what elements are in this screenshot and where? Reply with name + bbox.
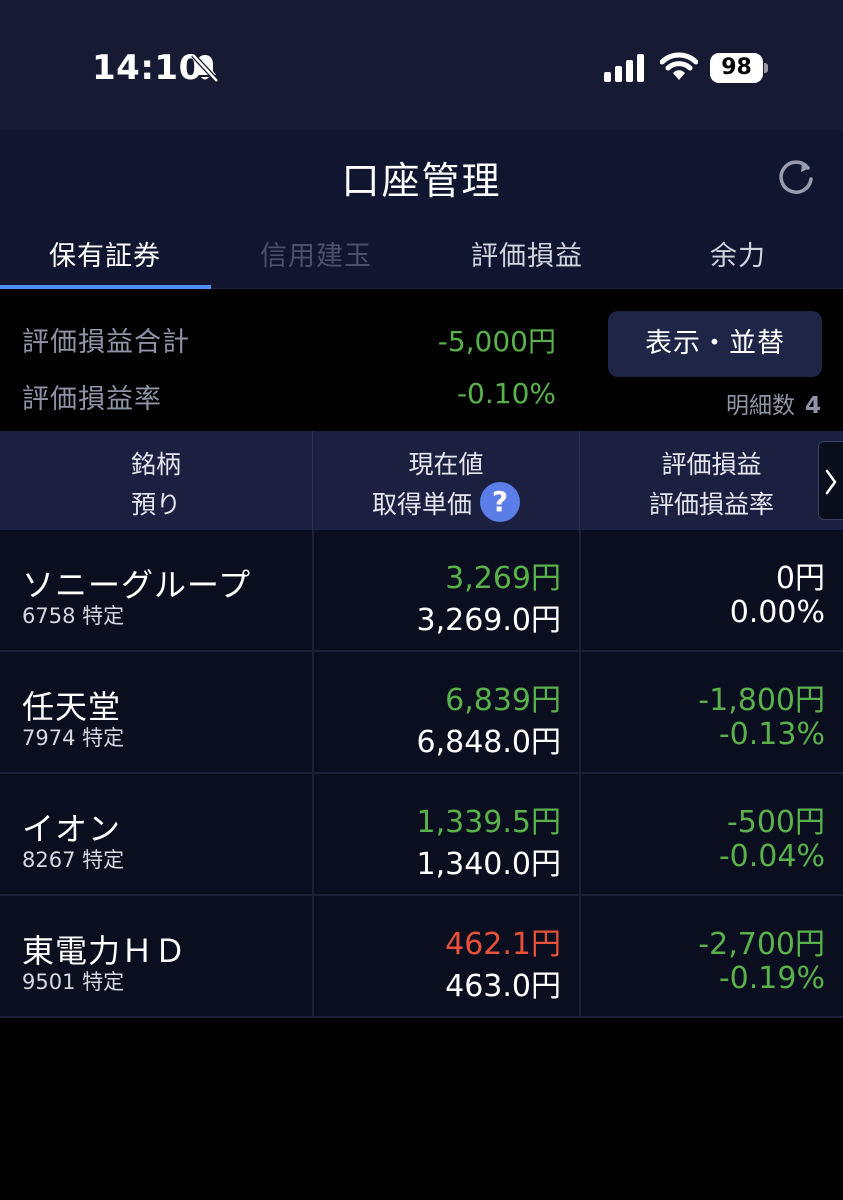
empty-area [0,1018,843,1200]
holding-row[interactable]: 任天堂 7974 特定 6,839円 6,848.0円 -1,800円 -0.1… [0,652,843,774]
column-header-acquisition-price: 取得単価 [371,490,472,519]
acquisition-price: 1,340.0円 [416,847,561,882]
holding-row[interactable]: 東電力ＨＤ 9501 特定 462.1円 463.0円 -2,700円 -0.1… [0,896,843,1018]
status-bar: 14:10 98 [0,0,843,130]
pl-amount: -1,800円 [698,683,825,718]
holding-row[interactable]: イオン 8267 特定 1,339.5円 1,340.0円 -500円 -0.0… [0,774,843,896]
pl-rate-value: -0.10% [456,377,556,410]
tab-holdings[interactable]: 保有証券 [0,225,210,289]
stock-code: 9501 特定 [22,970,125,994]
stock-code: 8267 特定 [22,848,125,872]
tab-profit-loss[interactable]: 評価損益 [422,225,632,289]
status-time: 14:10 [92,48,203,88]
total-pl-value: -5,000円 [437,325,556,358]
chevron-right-icon [825,469,837,495]
pl-rate-label: 評価損益率 [22,384,162,415]
column-header-stock[interactable]: 銘柄 預り [0,431,312,530]
help-icon[interactable]: ? [480,482,520,522]
detail-count-value: 4 [804,393,821,419]
tab-margin-positions[interactable]: 信用建玉 [211,225,421,289]
column-header-stock-name: 銘柄 [130,450,181,479]
summary-panel: 評価損益合計 -5,000円 評価損益率 -0.10% 表示・並替 明細数 4 [0,290,843,430]
acquisition-price: 6,848.0円 [416,725,561,760]
total-pl-label: 評価損益合計 [22,327,190,358]
pl-amount: 0円 [775,561,825,596]
tab-buying-power[interactable]: 余力 [633,225,843,289]
pl-rate: -0.13% [718,717,825,752]
acquisition-price: 463.0円 [445,969,561,1004]
pl-amount: -2,700円 [698,927,825,962]
acquisition-price: 3,269.0円 [416,603,561,638]
battery-level: 98 [721,55,752,80]
display-sort-button[interactable]: 表示・並替 [608,311,822,377]
column-header-current-price: 現在値 [408,450,484,479]
pl-rate: 0.00% [729,595,825,630]
pl-rate: -0.19% [718,961,825,996]
current-price: 6,839円 [445,683,561,718]
current-price: 3,269円 [445,561,561,596]
bell-slash-icon [191,53,219,83]
holding-row[interactable]: ソニーグループ 6758 特定 3,269円 3,269.0円 0円 0.00% [0,530,843,652]
active-tab-indicator [0,285,211,289]
page-title: 口座管理 [341,159,502,203]
tab-bar: 保有証券 信用建玉 評価損益 余力 [0,225,843,289]
stock-code: 6758 特定 [22,604,125,628]
column-header-pl-amount: 評価損益 [661,450,762,479]
scroll-right-button[interactable] [818,441,843,520]
pl-amount: -500円 [726,805,825,840]
table-header: 銘柄 預り 現在値 取得単価? 評価損益 評価損益率 [0,431,843,530]
app-header: 口座管理 [0,130,843,225]
battery-icon: 98 [710,53,768,83]
holdings-list: ソニーグループ 6758 特定 3,269円 3,269.0円 0円 0.00%… [0,530,843,1018]
column-header-pl[interactable]: 評価損益 評価損益率 [580,431,843,530]
column-header-pl-rate: 評価損益率 [648,490,774,519]
wifi-icon [660,52,698,80]
detail-count-label: 明細数 [725,393,795,419]
column-header-price[interactable]: 現在値 取得単価? [313,431,579,530]
refresh-icon[interactable] [776,157,816,197]
current-price: 462.1円 [445,927,561,962]
pl-rate: -0.04% [718,839,825,874]
cellular-signal-icon [604,54,644,82]
detail-count: 明細数 4 [726,386,821,420]
current-price: 1,339.5円 [416,805,561,840]
column-header-custody: 預り [130,490,181,519]
stock-code: 7974 特定 [22,726,125,750]
